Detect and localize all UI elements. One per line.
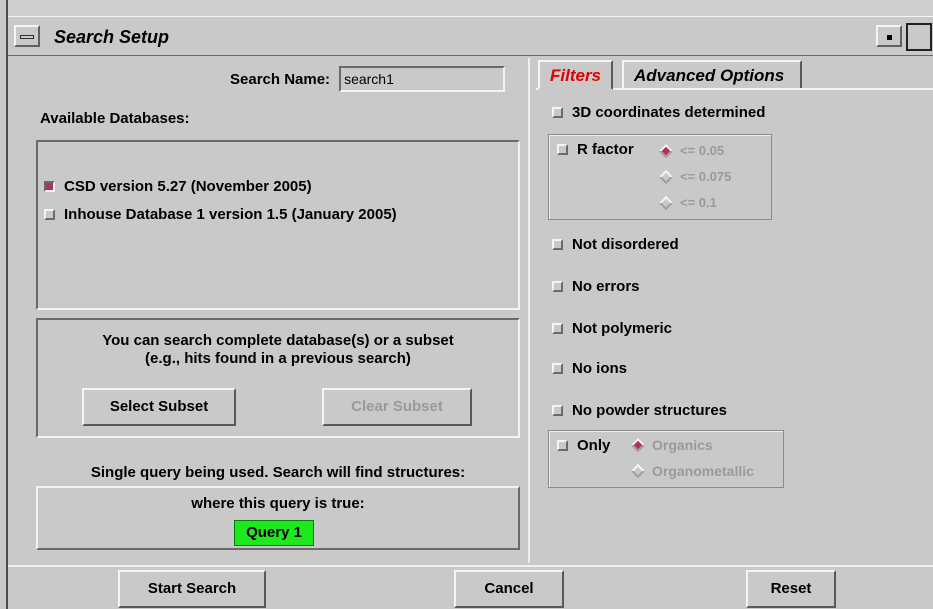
filter-not-polymeric-label: Not polymeric: [572, 320, 673, 337]
filter-no-errors[interactable]: No errors: [552, 278, 640, 295]
search-name-input[interactable]: search1: [339, 66, 506, 92]
r-factor-group: R factor <= 0.05 <= 0.075 <= 0.1: [548, 134, 772, 220]
radio-unselected-icon[interactable]: [658, 169, 674, 184]
only-label: Only: [577, 437, 611, 454]
right-panel: Filters Advanced Options 3D coordinates …: [528, 58, 933, 563]
window-title: Search Setup: [54, 27, 170, 47]
action-bar: Start Search Cancel Reset: [8, 565, 933, 609]
only-checkbox[interactable]: Only: [557, 437, 610, 454]
checkbox-unchecked-icon[interactable]: [557, 440, 568, 451]
filter-no-errors-label: No errors: [572, 278, 640, 295]
checkbox-unchecked-icon[interactable]: [552, 107, 563, 118]
radio-selected-icon[interactable]: [630, 437, 646, 453]
r-factor-option-0[interactable]: <= 0.05: [658, 143, 724, 158]
search-setup-window: Search Setup Search Name: search1 Availa…: [6, 0, 933, 609]
radio-selected-icon[interactable]: [658, 143, 674, 158]
filter-no-ions[interactable]: No ions: [552, 360, 627, 377]
checkbox-unchecked-icon[interactable]: [552, 363, 563, 374]
filter-no-powder[interactable]: No powder structures: [552, 402, 727, 419]
minimize-icon[interactable]: [876, 25, 902, 47]
only-option-organics[interactable]: Organics: [630, 437, 713, 453]
query-condition: where this query is true:: [191, 495, 365, 512]
checkbox-unchecked-icon[interactable]: [552, 405, 563, 416]
query-1-button[interactable]: Query 1: [234, 520, 314, 546]
left-panel: Search Name: search1 Available Databases…: [10, 58, 526, 563]
filter-no-powder-label: No powder structures: [572, 402, 728, 419]
filter-3d-coords-label: 3D coordinates determined: [572, 104, 766, 121]
checkbox-unchecked-icon[interactable]: [552, 239, 563, 250]
subset-info-line1: You can search complete database(s) or a…: [102, 332, 454, 349]
window-menu-icon[interactable]: [14, 25, 40, 47]
database-item-csd[interactable]: CSD version 5.27 (November 2005): [44, 178, 312, 195]
radio-unselected-icon[interactable]: [630, 463, 646, 479]
r-factor-option-1[interactable]: <= 0.075: [658, 169, 731, 184]
database-label-inhouse: Inhouse Database 1 version 1.5 (January …: [64, 206, 397, 223]
window-top-border: [8, 0, 933, 16]
checkbox-checked-icon[interactable]: [44, 181, 55, 192]
tab-advanced-options[interactable]: Advanced Options: [622, 60, 803, 90]
filter-not-disordered-label: Not disordered: [572, 236, 679, 253]
filter-3d-coords[interactable]: 3D coordinates determined: [552, 104, 765, 121]
query-summary: Single query being used. Search will fin…: [90, 464, 466, 481]
filter-not-disordered[interactable]: Not disordered: [552, 236, 679, 253]
radio-unselected-icon[interactable]: [658, 195, 674, 210]
r-factor-option-2[interactable]: <= 0.1: [658, 195, 717, 210]
cancel-button[interactable]: Cancel: [454, 570, 564, 608]
clear-subset-button[interactable]: Clear Subset: [322, 388, 472, 426]
select-subset-button[interactable]: Select Subset: [82, 388, 236, 426]
database-list: CSD version 5.27 (November 2005) Inhouse…: [36, 140, 520, 310]
filter-no-ions-label: No ions: [572, 360, 627, 377]
only-option-organometallic[interactable]: Organometallic: [630, 463, 754, 479]
r-factor-label: R factor: [577, 141, 634, 158]
filter-not-polymeric[interactable]: Not polymeric: [552, 320, 672, 337]
checkbox-unchecked-icon[interactable]: [557, 144, 568, 155]
subset-box: You can search complete database(s) or a…: [36, 318, 520, 438]
reset-button[interactable]: Reset: [746, 570, 836, 608]
checkbox-unchecked-icon[interactable]: [552, 323, 563, 334]
filters-panel: 3D coordinates determined R factor <= 0.…: [536, 88, 933, 563]
only-group: Only Organics Organometallic: [548, 430, 784, 488]
database-item-inhouse[interactable]: Inhouse Database 1 version 1.5 (January …: [44, 206, 397, 223]
available-databases-label: Available Databases:: [40, 110, 190, 127]
search-name-row: Search Name: search1: [230, 66, 506, 92]
tab-filters[interactable]: Filters: [538, 60, 614, 90]
query-box: where this query is true: Query 1: [36, 486, 520, 550]
subset-info-line2: (e.g., hits found in a previous search): [145, 350, 411, 367]
r-factor-checkbox[interactable]: R factor: [557, 141, 634, 158]
checkbox-unchecked-icon[interactable]: [552, 281, 563, 292]
title-bar[interactable]: Search Setup: [8, 16, 933, 56]
start-search-button[interactable]: Start Search: [118, 570, 266, 608]
checkbox-unchecked-icon[interactable]: [44, 209, 55, 220]
maximize-icon[interactable]: [906, 23, 932, 51]
database-label-csd: CSD version 5.27 (November 2005): [64, 178, 312, 195]
search-name-label: Search Name:: [230, 70, 331, 88]
